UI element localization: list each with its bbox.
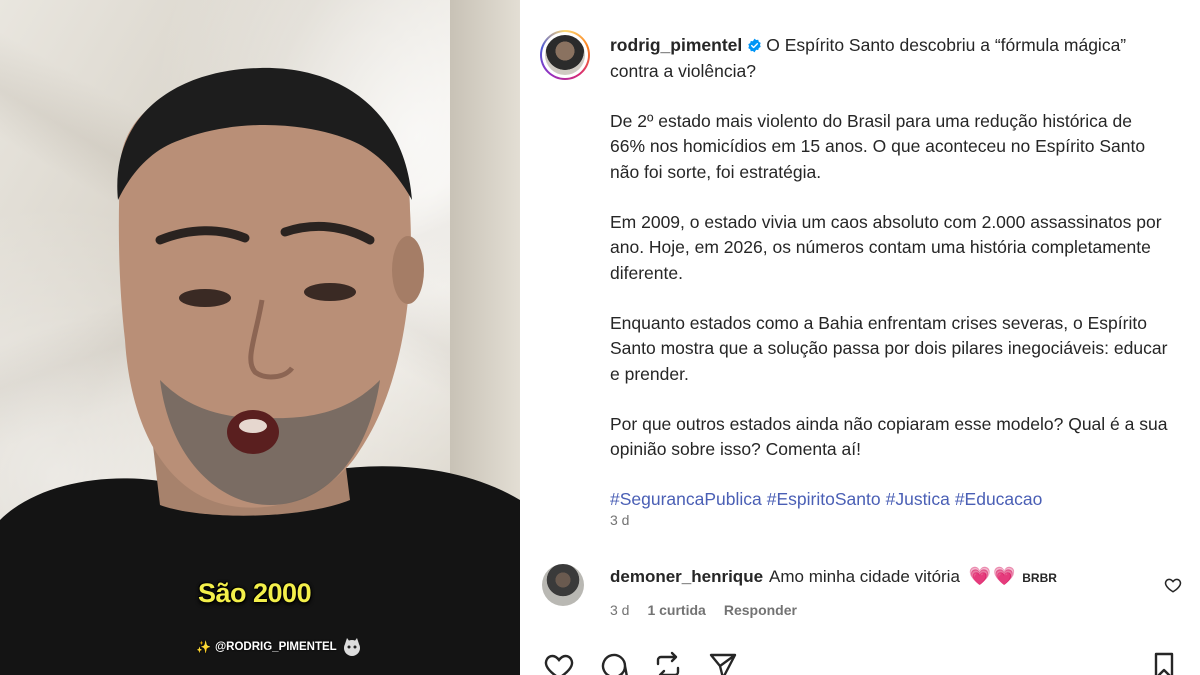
author-avatar[interactable] [540,30,590,80]
video-watermark: ✨ @RODRIG_PIMENTEL [196,636,363,658]
commenter-username[interactable]: demoner_henrique [610,567,763,586]
hashtag-list: #SegurancaPublica #EspiritoSanto #Justica #… [610,487,1170,513]
post-panel: rodrig_pimentel O Espírito Santo descobri… [520,0,1200,675]
comment-text-line: demoner_henrique Amo minha cidade vitória… [610,566,1057,587]
heart-emoji: 💗 [993,566,1016,586]
post-media[interactable]: São 2000 ✨ @RODRIG_PIMENTEL [0,0,520,675]
reply-button[interactable]: Responder [724,602,797,618]
post-actions [540,650,1190,675]
post-caption: rodrig_pimentel O Espírito Santo descobri… [610,33,1170,513]
mascot-icon [343,638,360,656]
comment-text: Amo minha cidade vitória [769,567,960,586]
caption-paragraph: Enquanto estados como a Bahia enfrentam … [610,312,1168,384]
caption-paragraph: Por que outros estados ainda não copiara… [610,413,1168,460]
video-caption: São 2000 [198,578,312,608]
send-icon[interactable] [707,650,739,675]
comment-item: demoner_henrique Amo minha cidade vitória… [540,562,1190,622]
caption-paragraph: rodrig_pimentel O Espírito Santo descobri… [610,33,1170,84]
share-icon[interactable] [652,650,684,675]
stars-icon: ✨ [196,640,211,654]
comment-icon[interactable] [598,650,630,675]
heart-emoji: 💗 [968,566,992,586]
heart-icon[interactable] [543,650,575,675]
comment-meta: 3 d 1 curtida Responder [610,602,797,618]
post-timestamp[interactable]: 3 d [610,512,629,528]
commenter-avatar[interactable] [542,564,584,606]
caption-paragraph: De 2º estado mais violento do Brasil par… [610,110,1146,182]
caption-paragraph: Em 2009, o estado vivia um caos absoluto… [610,211,1162,283]
hashtag-link[interactable]: #SegurancaPublica [610,489,762,509]
hashtag-link[interactable]: #EspiritoSanto [767,489,881,509]
comment-timestamp[interactable]: 3 d [610,602,629,618]
bookmark-icon[interactable] [1148,650,1180,675]
author-username[interactable]: rodrig_pimentel [610,35,742,55]
person-video-frame [0,67,520,675]
hashtag-link[interactable]: #Educacao [955,489,1043,509]
verified-icon [748,38,761,53]
comment-heart-icon[interactable] [1164,576,1182,594]
comment-likes[interactable]: 1 curtida [647,602,705,618]
hashtag-link[interactable]: #Justica [886,489,950,509]
flag-emoji: BRBR [1022,571,1057,585]
watermark-text: @RODRIG_PIMENTEL [214,641,337,653]
